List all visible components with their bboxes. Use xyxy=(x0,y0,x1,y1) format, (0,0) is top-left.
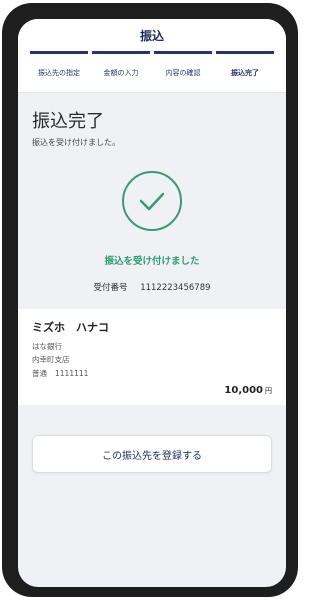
header-bar: 振込 xyxy=(18,19,286,51)
recipient-name: ミズホ ハナコ xyxy=(32,321,109,334)
amount-value: 10,000 xyxy=(224,385,263,396)
phone-frame: 振込 振込先の指定 金額の入力 内容の確認 振込完了 振込完了 振込を受け付けま… xyxy=(2,3,298,597)
recipient-card: ミズホ ハナコ はな銀行 内幸町支店 普通 1111111 10,000 円 xyxy=(18,309,286,405)
amount-unit: 円 xyxy=(265,387,272,395)
receipt-info: 受付番号 1112223456789 xyxy=(18,281,286,293)
app-screen: 振込 振込先の指定 金額の入力 内容の確認 振込完了 振込完了 振込を受け付けま… xyxy=(18,19,286,587)
completion-subtitle: 振込を受け付けました。 xyxy=(32,138,120,147)
account-number: 1111111 xyxy=(55,369,89,378)
progress-steps: 振込先の指定 金額の入力 内容の確認 振込完了 xyxy=(18,51,286,93)
receipt-number: 1112223456789 xyxy=(140,283,211,293)
step-confirm: 内容の確認 xyxy=(154,51,212,92)
step-amount: 金額の入力 xyxy=(92,51,150,92)
accepted-message: 振込を受け付けました xyxy=(104,256,200,267)
receipt-label: 受付番号 xyxy=(93,283,128,293)
completion-section: 振込完了 振込を受け付けました。 振込を受け付けました 受付番号 1112223… xyxy=(18,93,286,303)
step-complete: 振込完了 xyxy=(216,51,274,92)
checkmark-icon xyxy=(122,171,182,231)
bank-name: はな銀行 xyxy=(32,342,62,351)
account-info: 普通 1111111 xyxy=(32,368,88,379)
register-recipient-button[interactable]: この振込先を登録する xyxy=(32,435,272,473)
account-type: 普通 xyxy=(32,369,47,378)
branch-name: 内幸町支店 xyxy=(32,355,70,364)
step-recipient: 振込先の指定 xyxy=(30,51,88,92)
completion-title: 振込完了 xyxy=(32,111,104,132)
transfer-amount: 10,000 円 xyxy=(224,385,272,396)
page-title: 振込 xyxy=(139,28,164,43)
